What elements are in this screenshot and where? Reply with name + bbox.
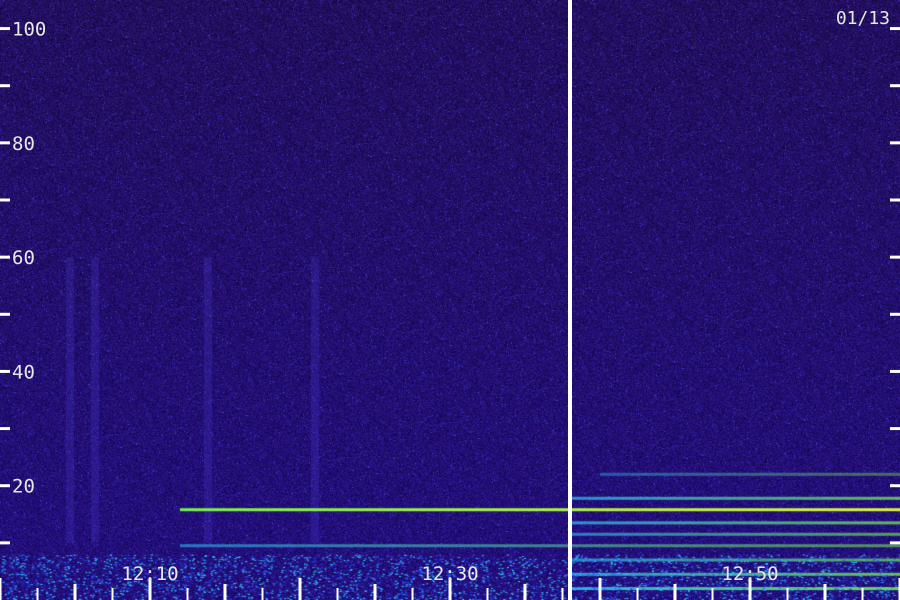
y-axis-ticks: 20 40 60 80 100 xyxy=(0,19,900,545)
x-tick-label: 12:10 xyxy=(121,563,178,585)
y-tick-label: 20 xyxy=(12,476,35,498)
x-tick-label: 12:50 xyxy=(721,563,778,585)
date-label: 01/13 xyxy=(836,8,890,29)
axes-overlay: 20 40 60 80 100 12:10 12:30 12:50 01/13 xyxy=(0,0,900,600)
y-tick-label: 80 xyxy=(12,133,35,155)
y-tick-label: 40 xyxy=(12,361,35,383)
x-tick-label: 12:30 xyxy=(421,563,478,585)
x-axis-ticks: 12:10 12:30 12:50 xyxy=(0,563,900,600)
spectrogram-chart: 20 40 60 80 100 12:10 12:30 12:50 01/13 xyxy=(0,0,900,600)
y-tick-label: 60 xyxy=(12,247,35,269)
y-tick-label: 100 xyxy=(12,19,46,41)
